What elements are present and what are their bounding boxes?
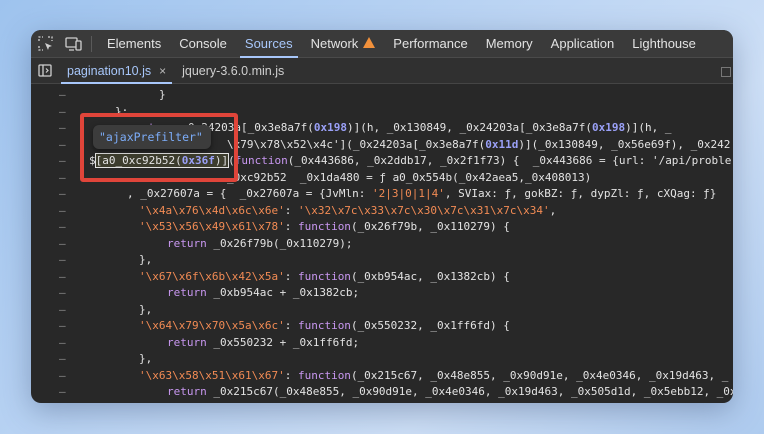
file-tab-jquery[interactable]: jquery-3.6.0.min.js xyxy=(174,58,292,84)
code-text: return _0xb954ac + _0x1382cb; xyxy=(167,286,360,299)
gutter-marker[interactable]: – xyxy=(59,252,66,267)
file-tab-label: jquery-3.6.0.min.js xyxy=(182,63,285,78)
tab-network[interactable]: Network xyxy=(302,30,385,58)
code-line: –} xyxy=(31,401,733,404)
gutter-marker[interactable]: – xyxy=(59,137,66,152)
tab-sources[interactable]: Sources xyxy=(236,30,302,58)
code-text: return _0x26f79b(_0x110279); xyxy=(167,236,353,250)
code-text: '\x63\x58\x51\x61\x67': function(_0x215c… xyxy=(139,368,729,382)
gutter-marker[interactable]: – xyxy=(59,269,66,284)
tab-lighthouse[interactable]: Lighthouse xyxy=(623,30,705,58)
code-line: – return _0x26f79b(_0x110279); xyxy=(31,236,733,251)
tab-label: Memory xyxy=(485,36,533,51)
code-line: – '\x64\x79\x70\x5a\x6c': function(_0x550… xyxy=(31,318,733,333)
tab-label: Lighthouse xyxy=(632,36,696,51)
code-text: }, xyxy=(139,302,153,316)
devtools-window: Elements Console Sources Network Perform… xyxy=(31,30,733,403)
tab-memory[interactable]: Memory xyxy=(477,30,542,58)
code-line: – , _0x27607a = { _0x27607a = {JvMln: '2|… xyxy=(31,186,733,201)
code-text: }, xyxy=(139,253,153,266)
code-line: – return _0x215c67(_0x48e855, _0x90d91e, … xyxy=(31,384,733,399)
code-text: return _0x550232 + _0x1ff6fd; xyxy=(167,335,360,349)
gutter-marker[interactable]: – xyxy=(59,203,66,218)
code-text: } xyxy=(139,401,146,404)
code-line: –} xyxy=(31,87,733,102)
gutter-marker[interactable]: – xyxy=(59,384,66,399)
gutter-marker[interactable]: – xyxy=(59,401,66,404)
code-line: –}, xyxy=(31,351,733,366)
code-text: _0xc92b52 _0x1da480 = ƒ a0_0x554b(_0x42a… xyxy=(227,170,592,184)
devtools-toolbar: Elements Console Sources Network Perform… xyxy=(31,30,733,58)
gutter-marker[interactable]: – xyxy=(59,104,66,119)
file-tab-bar: pagination10.js × jquery-3.6.0.min.js xyxy=(31,58,733,84)
code-line: – return _0x550232 + _0x1ff6fd; xyxy=(31,335,733,350)
tab-console[interactable]: Console xyxy=(170,30,236,58)
toggle-debugger-icon[interactable] xyxy=(721,67,731,77)
code-text: return _0x215c67(_0x48e855, _0x90d91e, _… xyxy=(167,385,733,398)
gutter-marker[interactable]: – xyxy=(59,368,66,383)
gutter-marker[interactable]: – xyxy=(59,186,66,201)
code-line: – '\x53\x56\x49\x61\x78': function(_0x26f… xyxy=(31,219,733,234)
code-text: } xyxy=(159,88,166,101)
gutter-marker[interactable]: – xyxy=(59,318,66,333)
code-text: '\x64\x79\x70\x5a\x6c': function(_0x5502… xyxy=(139,319,510,332)
code-line: –}, xyxy=(31,252,733,267)
code-line: – '\x4a\x76\x4d\x6c\x6e': '\x32\x7c\x33\x… xyxy=(31,203,733,218)
code-line: – return _0xb954ac + _0x1382cb; xyxy=(31,285,733,300)
gutter-marker[interactable]: – xyxy=(59,153,66,168)
code-text: }, xyxy=(139,352,153,365)
gutter-marker[interactable]: – xyxy=(59,351,66,366)
tab-label: Elements xyxy=(107,36,162,51)
code-line: – '\x63\x58\x51\x61\x67': function(_0x215… xyxy=(31,368,733,383)
code-text: '\x53\x56\x49\x61\x78': function(_0x26f7… xyxy=(139,220,510,233)
gutter-marker[interactable]: – xyxy=(59,219,66,234)
tab-elements[interactable]: Elements xyxy=(98,30,170,58)
gutter-marker[interactable]: – xyxy=(59,170,66,185)
tab-application[interactable]: Application xyxy=(542,30,624,58)
tab-label: Network xyxy=(310,36,359,51)
gutter-marker[interactable]: – xyxy=(59,302,66,317)
file-tab-label: pagination10.js xyxy=(67,63,152,78)
toggle-navigator-icon[interactable] xyxy=(31,57,59,85)
device-toolbar-icon[interactable] xyxy=(59,30,87,58)
tab-label: Sources xyxy=(244,36,293,51)
tab-label: Application xyxy=(550,36,615,51)
file-tab-pagination[interactable]: pagination10.js × xyxy=(59,58,174,84)
code-text: , _0x27607a = { _0x27607a = {JvMln: '2|3… xyxy=(127,187,717,200)
gutter-marker[interactable]: – xyxy=(59,120,66,135)
tooltip-text: "ajaxPrefilter" xyxy=(99,130,203,144)
code-line: –}, xyxy=(31,302,733,317)
gutter-marker[interactable]: – xyxy=(59,87,66,102)
tab-label: Console xyxy=(179,36,227,51)
code-text: \x79\x78\x52\x4c'](_0x24203a[_0x3e8a7f(0… xyxy=(227,137,731,151)
toolbar-divider xyxy=(91,35,92,52)
close-icon[interactable]: × xyxy=(159,64,166,78)
gutter-marker[interactable]: – xyxy=(59,335,66,350)
code-text: '\x4a\x76\x4d\x6c\x6e': '\x32\x7c\x33\x7… xyxy=(139,203,557,217)
code-text: '\x67\x6f\x6b\x42\x5a': function(_0xb954… xyxy=(139,269,510,283)
code-line: – '\x67\x6f\x6b\x42\x5a': function(_0xb95… xyxy=(31,269,733,284)
gutter-marker[interactable]: – xyxy=(59,285,66,300)
tab-performance[interactable]: Performance xyxy=(384,30,476,58)
inspect-element-icon[interactable] xyxy=(31,30,59,58)
value-tooltip: "ajaxPrefilter" xyxy=(93,125,211,149)
warning-icon xyxy=(363,37,376,48)
gutter-marker[interactable]: – xyxy=(59,236,66,251)
tab-label: Performance xyxy=(393,36,468,51)
